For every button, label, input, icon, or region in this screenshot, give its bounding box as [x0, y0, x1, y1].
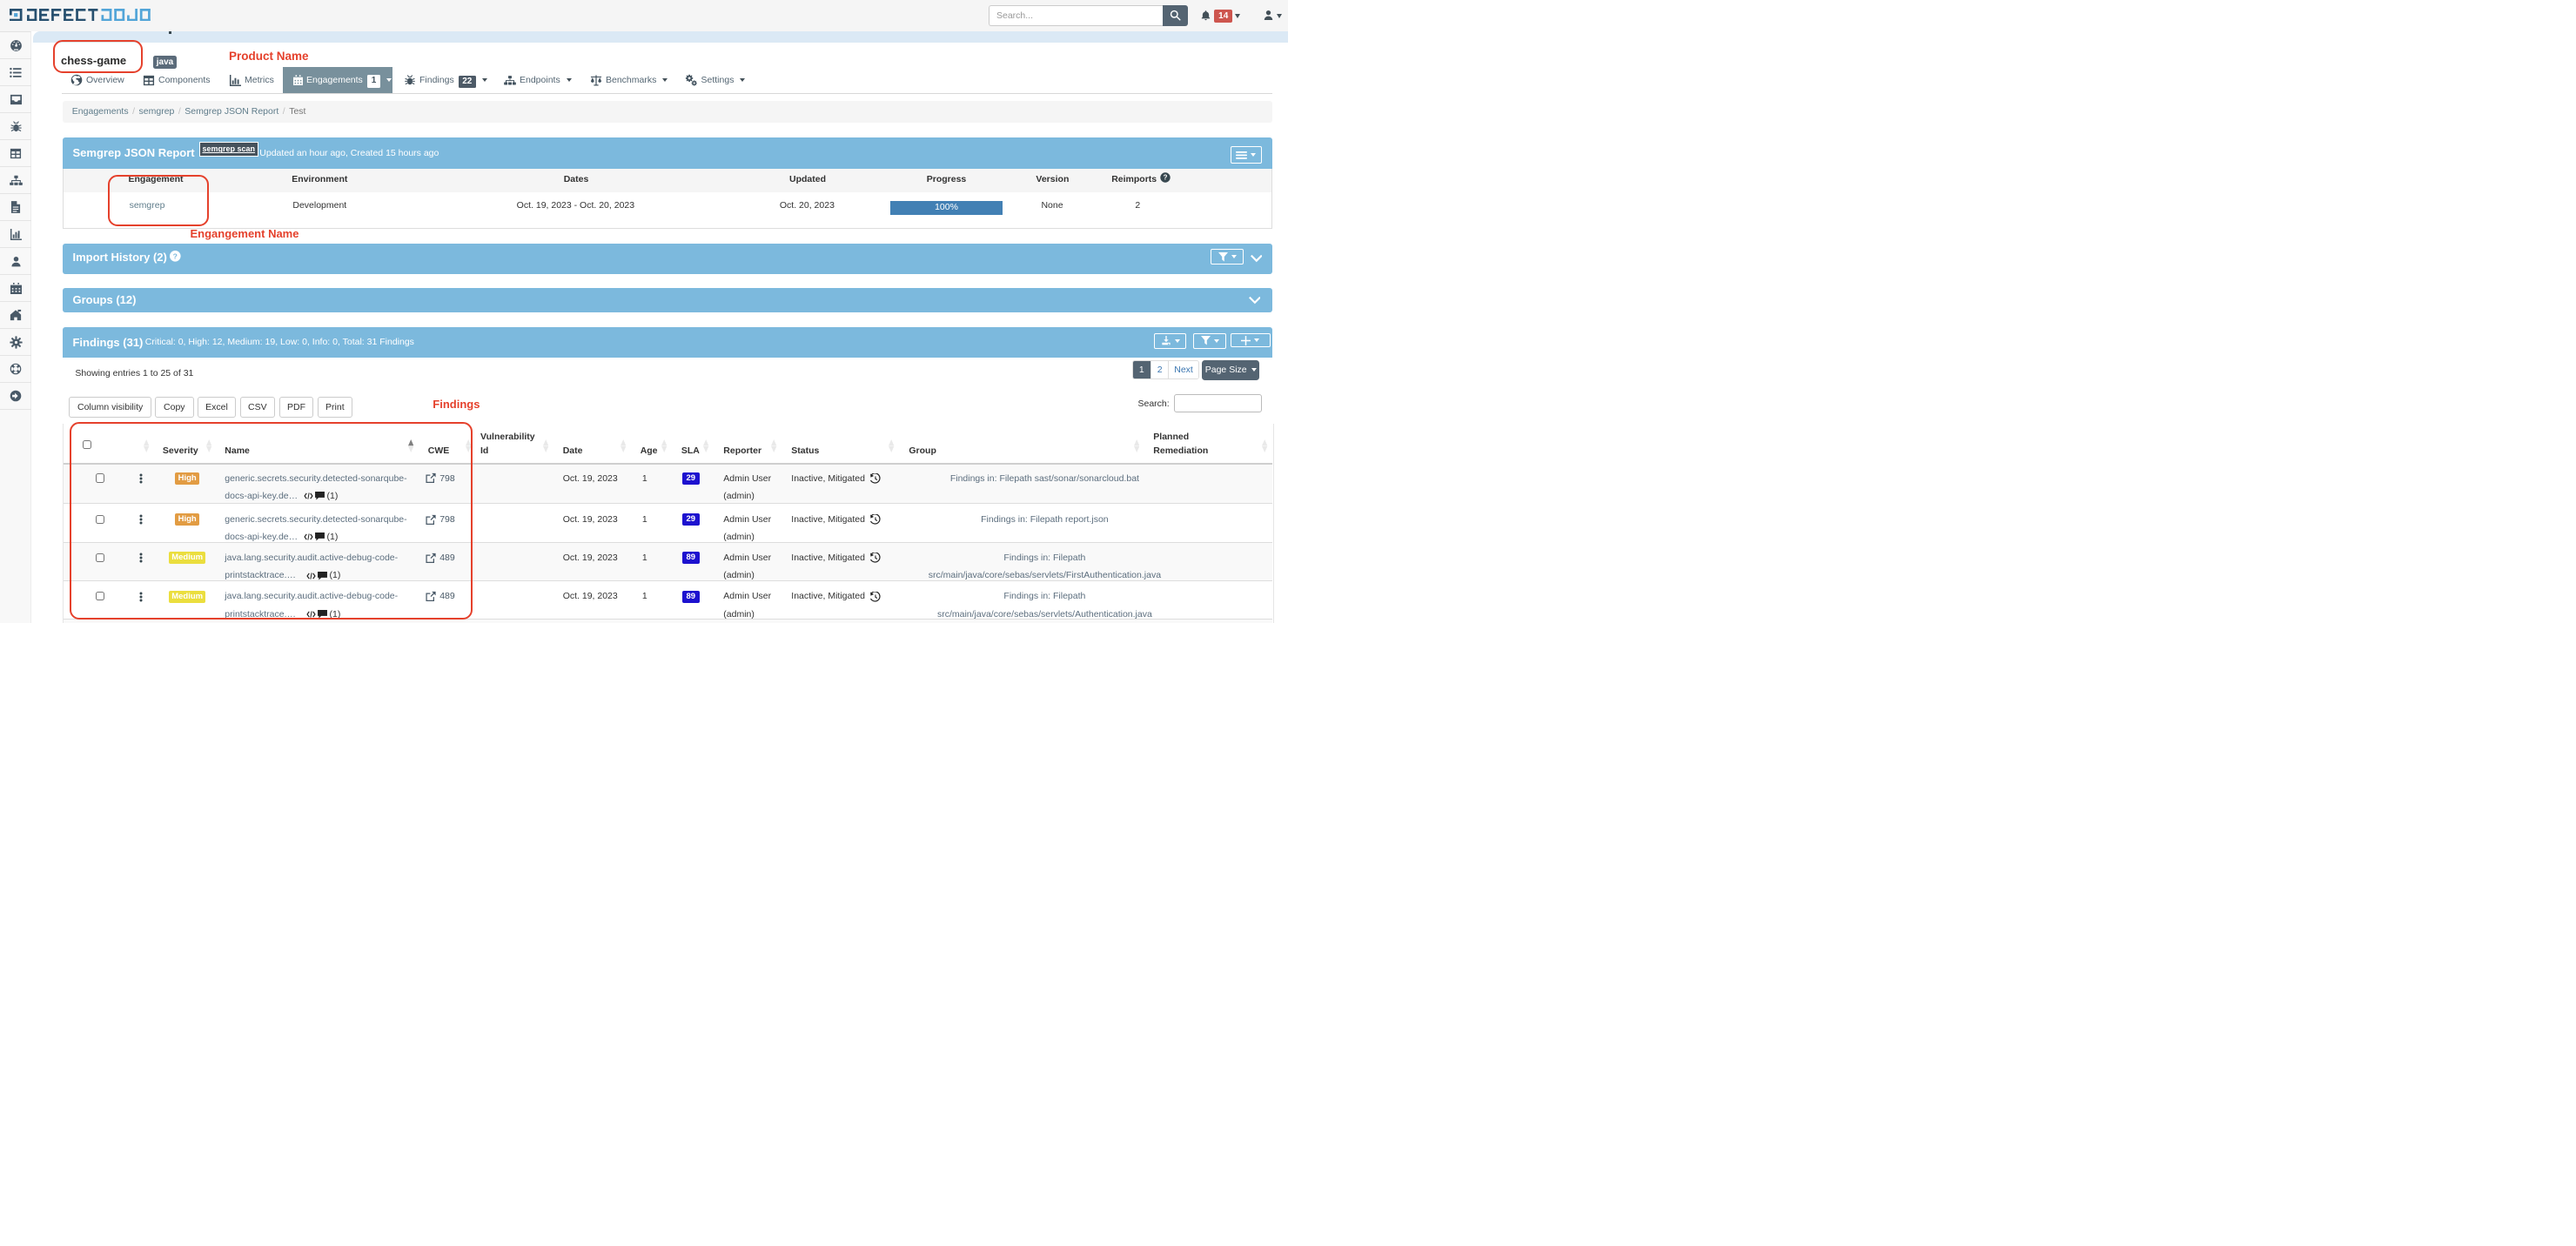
svg-text:?: ? [173, 252, 178, 261]
svg-text:?: ? [1164, 174, 1168, 182]
